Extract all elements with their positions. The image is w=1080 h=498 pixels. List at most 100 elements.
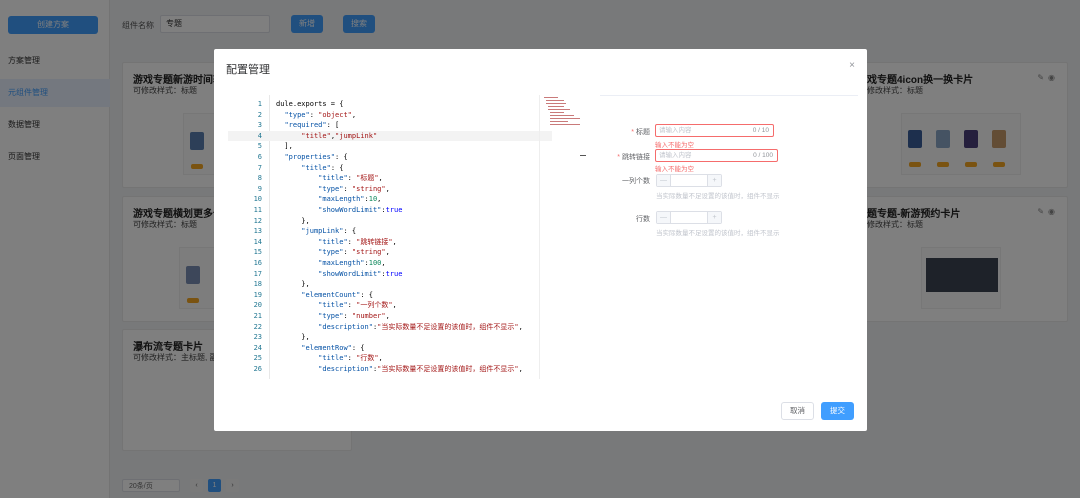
config-modal: 配置管理 × 1 dule.exports = { 2 "type": "objec…: [214, 49, 867, 431]
line-number: 22: [253, 322, 262, 331]
close-icon[interactable]: ×: [849, 60, 855, 71]
editor-minimap[interactable]: [539, 95, 599, 379]
code-text: ],: [276, 142, 293, 151]
line-number: 2: [257, 110, 262, 119]
line-number: 19: [253, 290, 262, 299]
line-number: 10: [253, 195, 262, 204]
line-number: 23: [253, 333, 262, 342]
line-number: 18: [253, 280, 262, 289]
code-text: "title": {: [301, 163, 344, 172]
link-error: 输入不能为空: [655, 166, 694, 173]
code-line: 21 "type": "number",: [228, 311, 552, 322]
code-line: 25 "title": "行数",: [228, 353, 552, 364]
line-number: 26: [253, 365, 262, 373]
title-field-label: * 标题: [631, 129, 650, 136]
row-description: 当实际数量不足设置的该值时，组件不显示: [656, 230, 780, 237]
code-text: "jumpLink": {: [301, 227, 357, 236]
code-line: 1 dule.exports = {: [228, 99, 552, 110]
line-number: 5: [257, 142, 262, 151]
line-number: 8: [257, 174, 262, 183]
editor-scrollbar[interactable]: [580, 155, 586, 156]
line-number: 6: [257, 153, 262, 161]
code-text: "title": "跳转链接",: [318, 237, 397, 246]
element-row-stepper[interactable]: — +: [656, 211, 722, 224]
code-line: 2 "type": "object",: [228, 110, 552, 121]
code-text: "showWordLimit":true: [318, 206, 403, 214]
jump-link-input[interactable]: 请输入内容 0 / 100: [655, 149, 778, 162]
line-number: 7: [257, 163, 262, 172]
code-text: "title": "行数",: [318, 354, 383, 363]
count-description: 当实际数量不足设置的该值时，组件不显示: [656, 193, 780, 200]
increment-button[interactable]: +: [707, 175, 721, 186]
code-text: "elementCount": {: [301, 290, 373, 299]
code-line: 5 ],: [228, 141, 552, 152]
code-text: "type": "number",: [318, 312, 390, 320]
decrement-button[interactable]: —: [657, 212, 671, 223]
code-text: },: [276, 333, 310, 342]
code-text: "required": [: [284, 121, 340, 130]
line-number: 4: [257, 131, 262, 140]
line-number: 15: [253, 248, 262, 257]
line-number: 17: [253, 269, 262, 278]
code-line: 4 "title","jumpLink": [228, 130, 552, 142]
title-input[interactable]: 请输入内容 0 / 10: [655, 124, 774, 137]
code-line: 12 },: [228, 216, 552, 227]
code-line: 19 "elementCount": {: [228, 290, 552, 301]
code-text: "title": "一列个数",: [318, 301, 397, 310]
row-field-label: 行数: [636, 216, 650, 223]
code-text: "type": "string",: [318, 248, 390, 257]
line-number: 12: [253, 216, 262, 225]
code-line: 6 "properties": {: [228, 152, 552, 163]
link-word-count: 0 / 100: [753, 152, 773, 159]
decrement-button[interactable]: —: [657, 175, 671, 186]
code-text: dule.exports = {: [276, 100, 344, 108]
code-text: "title","jumpLink": [301, 131, 378, 140]
line-number: 11: [253, 206, 262, 214]
modal-title: 配置管理: [226, 64, 270, 76]
code-line: 13 "jumpLink": {: [228, 226, 552, 237]
code-text: "showWordLimit":true: [318, 269, 403, 278]
code-text: "maxLength":100,: [318, 259, 386, 267]
cancel-button[interactable]: 取消: [781, 402, 814, 420]
code-text: },: [276, 280, 310, 289]
code-line: 11 "showWordLimit":true: [228, 205, 552, 216]
code-line: 8 "title": "标题",: [228, 173, 552, 184]
code-line: 18 },: [228, 279, 552, 290]
line-number: 25: [253, 354, 262, 363]
line-number: 9: [257, 184, 262, 193]
line-number: 24: [253, 343, 262, 352]
line-number: 3: [257, 121, 262, 130]
code-line: 17 "showWordLimit":true: [228, 269, 552, 280]
code-text: "elementRow": {: [301, 343, 365, 352]
code-line: 10 "maxLength":10,: [228, 194, 552, 205]
code-line: 14 "title": "跳转链接",: [228, 237, 552, 248]
code-text: "properties": {: [284, 153, 348, 161]
code-line: 23 },: [228, 332, 552, 343]
submit-button[interactable]: 提交: [821, 402, 854, 420]
code-text: "title": "标题",: [318, 174, 383, 183]
code-line: 9 "type": "string",: [228, 184, 552, 195]
code-text: },: [276, 216, 310, 225]
code-text: "type": "object",: [284, 110, 357, 119]
line-number: 1: [257, 100, 262, 108]
count-field-label: 一列个数: [622, 178, 650, 185]
code-line: 7 "title": {: [228, 163, 552, 174]
code-text: "description":"当实际数量不足设置的该值时，组件不显示",: [318, 322, 523, 331]
line-number: 21: [253, 312, 262, 320]
line-number: 14: [253, 237, 262, 246]
title-error: 输入不能为空: [655, 142, 694, 149]
line-number: 20: [253, 301, 262, 310]
code-text: "maxLength":10,: [318, 195, 382, 204]
code-line: 16 "maxLength":100,: [228, 258, 552, 269]
code-line: 3 "required": [: [228, 120, 552, 131]
code-text: "description":"当实际数量不足设置的该值时，组件不显示",: [318, 365, 523, 373]
code-line: 24 "elementRow": {: [228, 343, 552, 354]
code-line: 26 "description":"当实际数量不足设置的该值时，组件不显示",: [228, 364, 552, 375]
link-field-label: * 跳转链接: [617, 154, 650, 161]
increment-button[interactable]: +: [707, 212, 721, 223]
form-divider: [600, 95, 858, 96]
code-text: "type": "string",: [318, 184, 390, 193]
element-count-stepper[interactable]: — +: [656, 174, 722, 187]
code-line: 15 "type": "string",: [228, 247, 552, 258]
code-editor[interactable]: 1 dule.exports = {2 "type": "object", 3 "r…: [228, 95, 552, 379]
